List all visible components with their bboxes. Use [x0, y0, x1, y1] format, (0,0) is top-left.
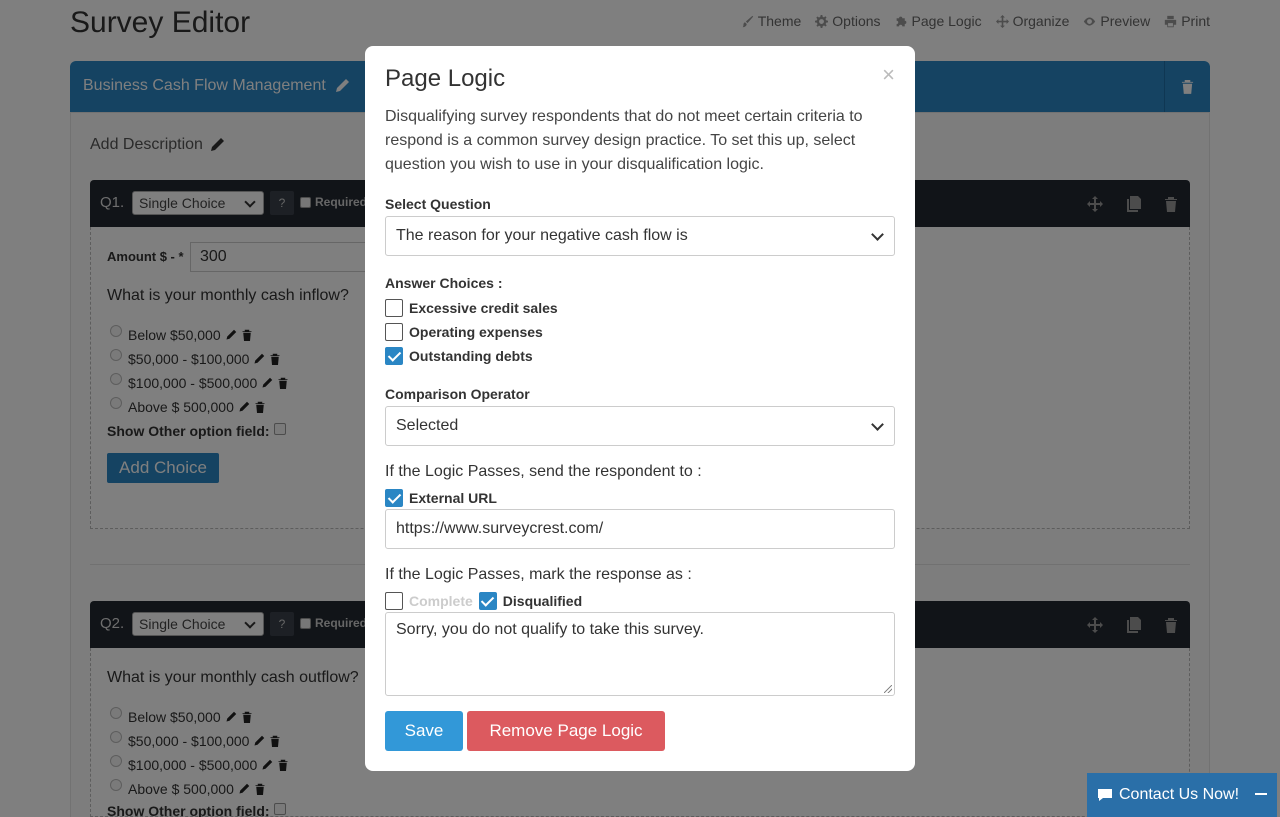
- answer-choice[interactable]: Operating expenses: [385, 323, 543, 341]
- close-icon[interactable]: ×: [882, 62, 895, 88]
- modal-description: Disqualifying survey respondents that do…: [385, 108, 863, 173]
- complete-label: Complete: [409, 593, 473, 609]
- mark-response-options: Complete Disqualified: [385, 592, 582, 610]
- save-button[interactable]: Save: [385, 711, 463, 751]
- disqualified-label: Disqualified: [502, 593, 583, 609]
- external-url-checkbox[interactable]: [385, 489, 403, 507]
- contact-us-label: Contact Us Now!: [1119, 786, 1240, 803]
- send-respondent-label: If the Logic Passes, send the respondent…: [385, 463, 702, 480]
- mark-response-label: If the Logic Passes, mark the response a…: [385, 566, 692, 583]
- contact-us-widget[interactable]: Contact Us Now!: [1087, 773, 1277, 817]
- answer-choice-checkbox[interactable]: [385, 323, 403, 341]
- answer-choice[interactable]: Excessive credit sales: [385, 299, 558, 317]
- answer-choice-checkbox[interactable]: [385, 299, 403, 317]
- modal-title: Page Logic: [385, 65, 506, 92]
- answer-choice-label: Outstanding debts: [409, 348, 533, 364]
- disqualification-message-textarea[interactable]: Sorry, you do not qualify to take this s…: [385, 612, 895, 696]
- answer-choice[interactable]: Outstanding debts: [385, 347, 533, 365]
- select-question-label: Select Question: [385, 196, 491, 212]
- page-logic-modal: Page Logic × Disqualifying survey respon…: [365, 46, 915, 771]
- remove-page-logic-button[interactable]: Remove Page Logic: [467, 711, 665, 751]
- disqualified-checkbox[interactable]: [478, 592, 497, 610]
- select-question-dropdown[interactable]: The reason for your negative cash flow i…: [385, 216, 895, 256]
- answer-choice-label: Operating expenses: [409, 324, 543, 340]
- answer-choice-label: Excessive credit sales: [409, 300, 558, 316]
- comparison-operator-dropdown[interactable]: Selected: [385, 406, 895, 446]
- minimize-icon[interactable]: [1255, 793, 1267, 795]
- answer-choice-checkbox[interactable]: [385, 347, 403, 365]
- external-url-input[interactable]: https://www.surveycrest.com/: [385, 509, 895, 549]
- chat-icon: [1098, 789, 1112, 801]
- comparison-operator-label: Comparison Operator: [385, 386, 530, 402]
- external-url-option[interactable]: External URL: [385, 489, 497, 507]
- external-url-label: External URL: [409, 490, 497, 506]
- answer-choices-label: Answer Choices :: [385, 275, 503, 291]
- complete-checkbox[interactable]: [385, 592, 403, 610]
